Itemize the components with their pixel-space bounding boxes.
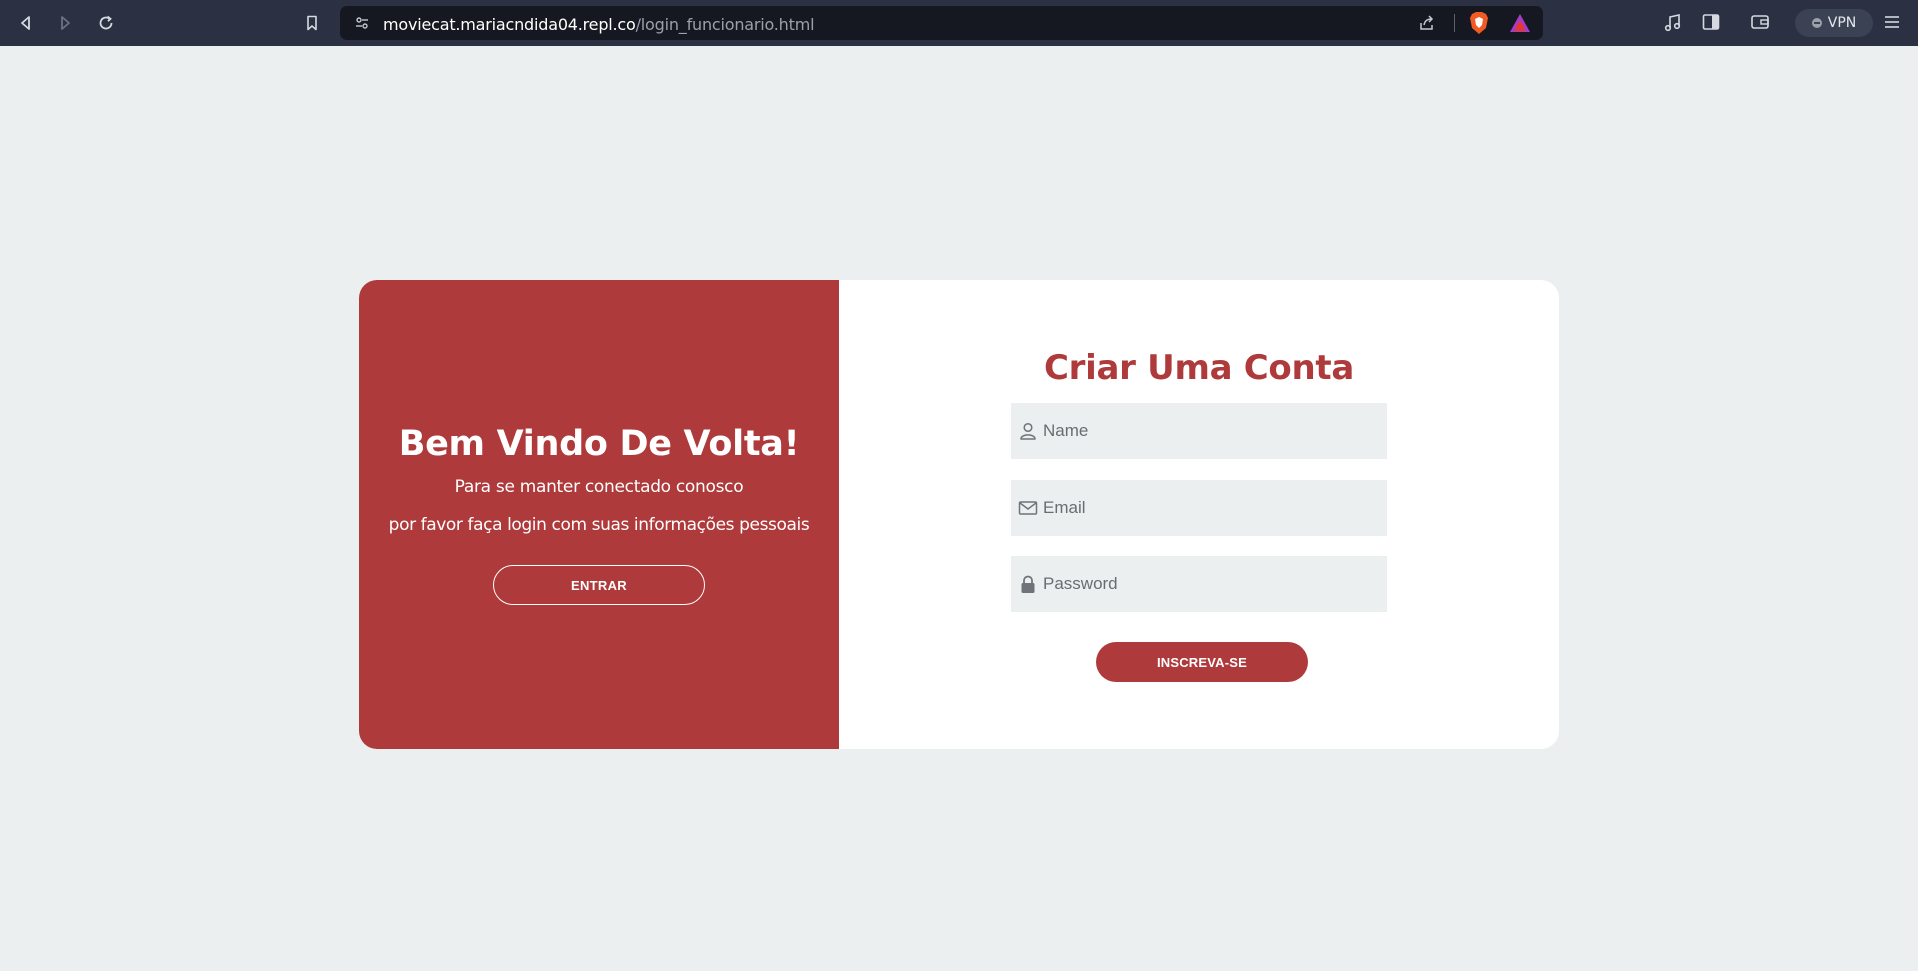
vpn-label: VPN [1827, 15, 1857, 31]
password-input[interactable] [1043, 556, 1387, 612]
separator [1454, 14, 1455, 32]
back-button[interactable] [12, 9, 40, 37]
brave-shields-icon[interactable] [1468, 11, 1490, 35]
name-input[interactable] [1043, 403, 1387, 459]
welcome-title: Bem Vindo De Volta! [398, 424, 800, 464]
envelope-icon [1017, 497, 1039, 519]
forward-button[interactable] [51, 9, 79, 37]
site-settings-icon [356, 17, 368, 29]
login-button[interactable]: ENTRAR [493, 565, 705, 605]
sidebar-icon[interactable] [1702, 13, 1720, 31]
signup-title: Criar Uma Conta [1044, 348, 1354, 388]
share-icon[interactable] [1418, 14, 1436, 32]
auth-card: Bem Vindo De Volta! Para se manter conec… [359, 280, 1559, 749]
url-text[interactable]: moviecat.mariacndida04.repl.co/login_fun… [383, 15, 815, 34]
reload-button[interactable] [92, 9, 120, 37]
menu-icon[interactable] [1883, 13, 1901, 31]
back-arrow-icon [21, 16, 30, 30]
forward-arrow-icon [61, 16, 70, 30]
welcome-text-line1: Para se manter conectado conosco [454, 477, 744, 497]
media-icon[interactable] [1664, 13, 1682, 33]
brave-rewards-icon[interactable] [1509, 13, 1531, 33]
signup-panel: Criar Uma Conta INSCREVA-SE [839, 280, 1559, 749]
bookmark-button[interactable] [298, 9, 326, 37]
bookmark-icon [307, 15, 317, 31]
lock-icon [1017, 573, 1039, 595]
welcome-text-line2: por favor faça login com suas informaçõe… [388, 515, 810, 535]
email-input[interactable] [1043, 480, 1387, 536]
name-field[interactable] [1011, 403, 1387, 459]
user-icon [1017, 420, 1039, 442]
welcome-panel: Bem Vindo De Volta! Para se manter conec… [359, 280, 839, 749]
signup-button[interactable]: INSCREVA-SE [1096, 642, 1308, 682]
address-bar[interactable]: moviecat.mariacndida04.repl.co/login_fun… [340, 6, 1543, 40]
password-field[interactable] [1011, 556, 1387, 612]
vpn-status-icon [1811, 18, 1822, 28]
wallet-icon[interactable] [1750, 13, 1770, 31]
reload-icon [99, 15, 113, 30]
email-field[interactable] [1011, 480, 1387, 536]
vpn-button[interactable]: VPN [1795, 9, 1873, 37]
browser-toolbar: moviecat.mariacndida04.repl.co/login_fun… [0, 0, 1918, 46]
